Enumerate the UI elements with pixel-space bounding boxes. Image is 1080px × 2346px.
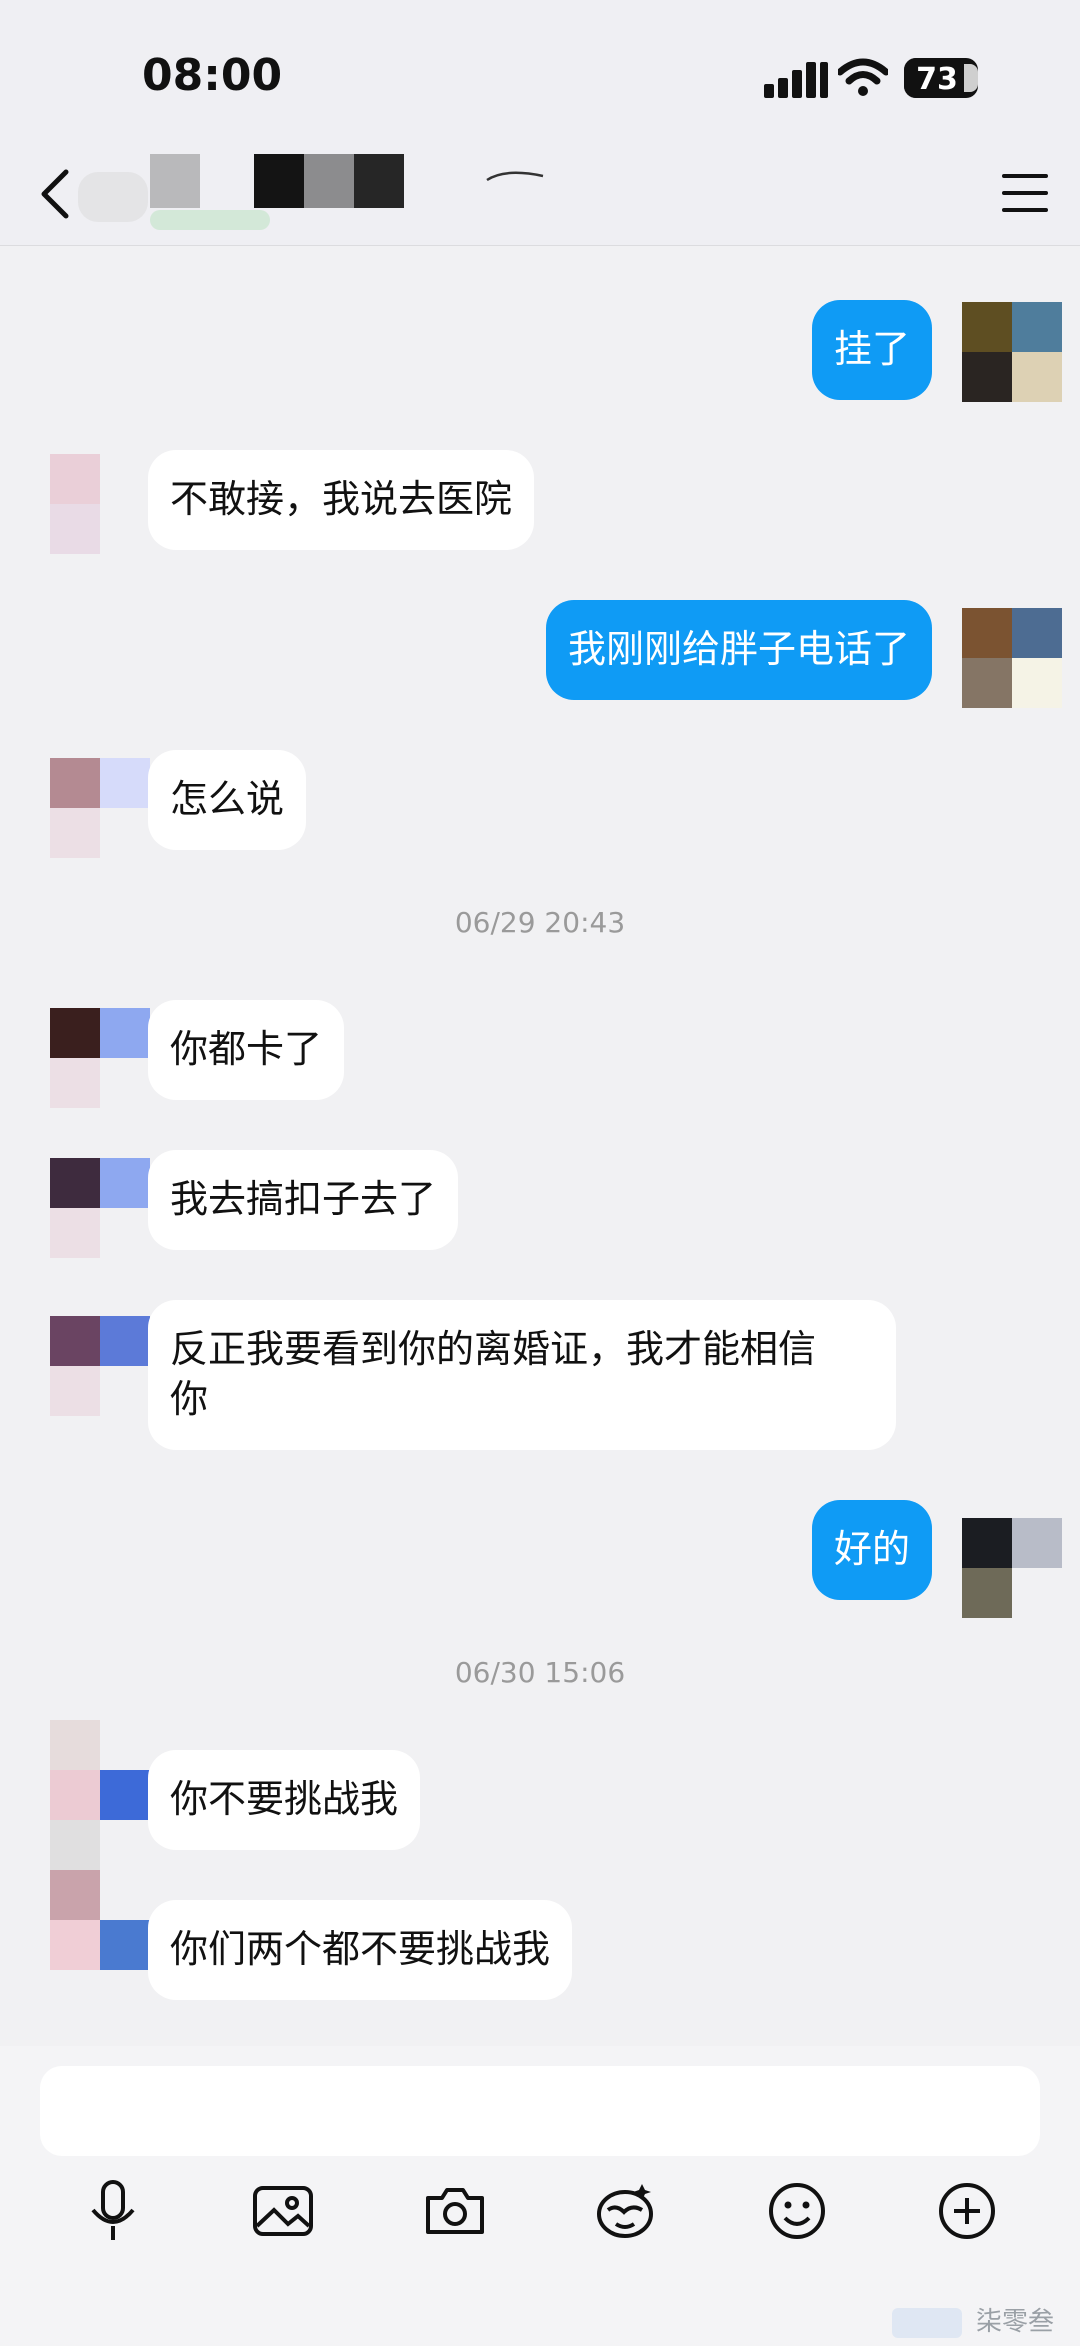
chat-header bbox=[0, 150, 1080, 246]
plus-icon[interactable] bbox=[932, 2176, 1002, 2246]
message-bubble-outgoing[interactable]: 好的 bbox=[811, 1500, 932, 1600]
message-bubble-incoming[interactable]: 你们两个都不要挑战我 bbox=[148, 1900, 573, 2000]
contact-avatar[interactable] bbox=[50, 758, 150, 858]
signal-icon bbox=[764, 62, 828, 98]
image-icon[interactable] bbox=[248, 2176, 318, 2246]
message-input[interactable] bbox=[40, 2066, 1040, 2156]
self-avatar[interactable] bbox=[962, 302, 1062, 402]
timestamp: 06/29 20:43 bbox=[454, 906, 626, 939]
message-bubble-incoming[interactable]: 不敢接，我说去医院 bbox=[148, 450, 535, 550]
contact-avatar[interactable] bbox=[50, 1316, 150, 1416]
self-avatar[interactable] bbox=[962, 608, 1062, 708]
message-bubble-incoming[interactable]: 我去搞扣子去了 bbox=[148, 1150, 459, 1250]
message-composer: 柒零叁 bbox=[0, 2046, 1080, 2346]
timestamp: 06/30 15:06 bbox=[454, 1656, 626, 1689]
contact-avatar[interactable] bbox=[50, 1158, 150, 1258]
contact-avatar[interactable] bbox=[50, 1870, 150, 1970]
watermark: 柒零叁 bbox=[891, 2301, 1054, 2338]
watermark-text: 柒零叁 bbox=[975, 2307, 1054, 2337]
message-bubble-outgoing[interactable]: 我刚刚给胖子电话了 bbox=[545, 600, 932, 700]
wifi-icon bbox=[838, 58, 888, 96]
camera-icon[interactable] bbox=[420, 2176, 490, 2246]
contact-avatar[interactable] bbox=[50, 1720, 150, 1870]
squiggle-mark bbox=[486, 171, 544, 182]
message-bubble-incoming[interactable]: 你不要挑战我 bbox=[148, 1750, 421, 1850]
contact-avatar[interactable] bbox=[50, 454, 150, 554]
clock: 08:00 bbox=[142, 50, 283, 101]
microphone-icon[interactable] bbox=[78, 2176, 148, 2246]
message-bubble-incoming[interactable]: 你都卡了 bbox=[148, 1000, 345, 1100]
chat-message-list[interactable]: 挂了 不敢接，我说去医院 我刚刚给胖子电话了 怎么说 06/29 20:43 你… bbox=[0, 246, 1080, 2046]
hamburger-icon[interactable] bbox=[1000, 170, 1050, 216]
battery-level: 73 bbox=[916, 62, 958, 97]
battery-indicator: 73 bbox=[904, 58, 978, 98]
message-bubble-outgoing[interactable]: 挂了 bbox=[811, 300, 932, 400]
contact-avatar[interactable] bbox=[50, 1008, 150, 1108]
emoji-icon[interactable] bbox=[762, 2176, 832, 2246]
message-bubble-incoming[interactable]: 反正我要看到你的离婚证，我才能相信 你 bbox=[148, 1300, 896, 1450]
message-bubble-incoming[interactable]: 怎么说 bbox=[148, 750, 307, 850]
status-bar: 08:00 73 bbox=[0, 0, 1080, 150]
self-avatar[interactable] bbox=[962, 1518, 1062, 1618]
sticker-icon[interactable] bbox=[590, 2176, 660, 2246]
watermark-logo bbox=[891, 2307, 962, 2338]
